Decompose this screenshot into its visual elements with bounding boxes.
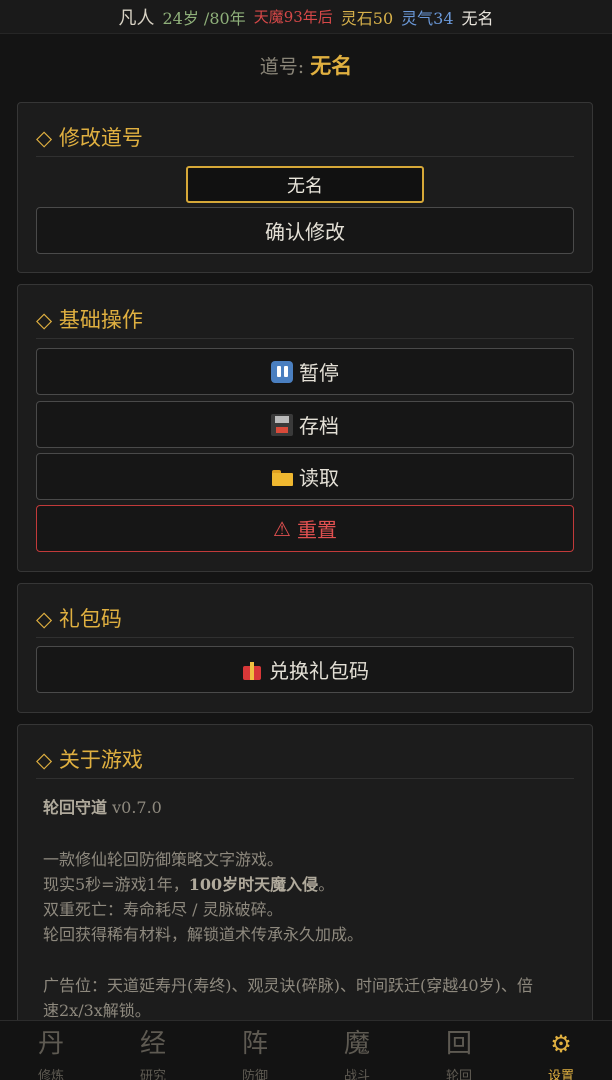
- daohao-label: 道号:: [259, 55, 305, 78]
- about-desc-line: 双重死亡：寿命耗尽 / 灵脉破碎。: [43, 900, 283, 919]
- tab-defense[interactable]: 阵 防御: [204, 1021, 306, 1080]
- tab-label: 研究: [139, 1069, 166, 1080]
- tab-battle[interactable]: 魔 战斗: [306, 1021, 408, 1080]
- reset-button[interactable]: ⚠ 重置: [36, 505, 574, 552]
- elixir-icon: 丹: [37, 1029, 64, 1059]
- gift-icon: [241, 659, 263, 681]
- confirm-rename-button[interactable]: 确认修改: [36, 207, 574, 254]
- about-desc-line: 一款修仙轮回防御策略文字游戏。: [43, 850, 284, 869]
- daohao-header: 道号: 无名: [0, 34, 612, 96]
- status-demon-countdown: 天魔93年后: [253, 8, 333, 26]
- about-ad-note: 广告位：天道延寿丹(寿终)、观灵诀(碎脉)、时间跃迁(穿越40岁)、倍 速2x/…: [43, 973, 572, 1023]
- status-spirit-stones: 灵石50: [340, 8, 394, 28]
- rename-panel-title: ◇ 修改道号: [36, 117, 574, 157]
- confirm-rename-label: 确认修改: [265, 220, 345, 244]
- tab-label: 战斗: [343, 1069, 370, 1080]
- tab-label: 轮回: [445, 1069, 472, 1080]
- redeem-gift-code-label: 兑换礼包码: [269, 659, 369, 683]
- save-label: 存档: [299, 414, 339, 438]
- status-spirit-qi: 灵气34: [401, 8, 454, 28]
- about-desc-line: 现实5秒=游戏1年，100岁时天魔入侵。: [43, 872, 572, 897]
- about-panel: ◇ 关于游戏 轮回守道 v0.7.0 一款修仙轮回防御策略文字游戏。 现实5秒=…: [17, 724, 593, 1064]
- about-description: 一款修仙轮回防御策略文字游戏。 现实5秒=游戏1年，100岁时天魔入侵。 双重死…: [43, 847, 572, 947]
- tab-label: 修炼: [37, 1069, 64, 1080]
- load-label: 读取: [299, 466, 339, 490]
- basic-ops-title: ◇ 基础操作: [36, 299, 574, 339]
- daohao-value: 无名: [310, 53, 353, 78]
- gift-code-title: ◇ 礼包码: [36, 598, 574, 638]
- gift-code-panel: ◇ 礼包码 兑换礼包码: [17, 583, 593, 713]
- status-lifespan: /80年: [203, 8, 246, 28]
- save-button[interactable]: 存档: [36, 401, 574, 448]
- tab-reincarnation[interactable]: 回 轮回: [408, 1021, 510, 1080]
- bottom-tab-bar: 丹 修炼 经 研究 阵 防御 魔 战斗 回 轮回 ⚙ 设置: [0, 1020, 612, 1080]
- gear-icon: ⚙: [550, 1030, 572, 1058]
- about-desc-line: 轮回获得稀有材料，解锁道术传承永久加成。: [43, 925, 364, 944]
- tab-settings[interactable]: ⚙ 设置: [510, 1021, 612, 1080]
- rename-panel: ◇ 修改道号 确认修改: [17, 102, 593, 273]
- daohao-input[interactable]: [186, 166, 424, 203]
- folder-icon: [271, 466, 293, 488]
- tab-label: 防御: [241, 1069, 268, 1080]
- scripture-icon: 经: [139, 1029, 166, 1059]
- about-ad-line: 广告位：天道延寿丹(寿终)、观灵诀(碎脉)、时间跃迁(穿越40岁)、倍: [43, 976, 533, 995]
- tab-research[interactable]: 经 研究: [102, 1021, 204, 1080]
- about-title: ◇ 关于游戏: [36, 739, 574, 779]
- reincarnation-icon: 回: [445, 1029, 472, 1059]
- status-rank: 凡人: [118, 7, 155, 29]
- demon-icon: 魔: [343, 1029, 370, 1059]
- about-desc-text: 现实5秒=游戏1年，: [43, 875, 189, 894]
- reset-label: 重置: [296, 518, 337, 542]
- floppy-disk-icon: [271, 413, 293, 436]
- about-desc-text: 。: [318, 875, 335, 894]
- about-desc-emphasis: 100岁时天魔入侵: [188, 875, 319, 894]
- pause-icon: [271, 360, 293, 383]
- tab-label: 设置: [547, 1069, 574, 1080]
- warning-icon: ⚠: [273, 516, 291, 541]
- basic-ops-panel: ◇ 基础操作 暂停 存档 读取 ⚠ 重置: [17, 284, 593, 572]
- pause-button[interactable]: 暂停: [36, 348, 574, 395]
- redeem-gift-code-button[interactable]: 兑换礼包码: [36, 646, 574, 693]
- load-button[interactable]: 读取: [36, 453, 574, 500]
- status-age-group: 24岁 /80年: [162, 5, 245, 29]
- formation-icon: 阵: [241, 1029, 268, 1059]
- pause-label: 暂停: [299, 361, 339, 385]
- status-age: 24岁: [162, 8, 199, 28]
- status-bar: 凡人 24岁 /80年 天魔93年后 灵石50 灵气34 无名: [0, 0, 612, 34]
- game-name: 轮回守道: [43, 798, 108, 817]
- tab-cultivate[interactable]: 丹 修炼: [0, 1021, 102, 1080]
- about-version-line: 轮回守道 v0.7.0: [43, 795, 572, 820]
- status-name: 无名: [461, 8, 494, 28]
- game-version: v0.7.0: [107, 798, 162, 817]
